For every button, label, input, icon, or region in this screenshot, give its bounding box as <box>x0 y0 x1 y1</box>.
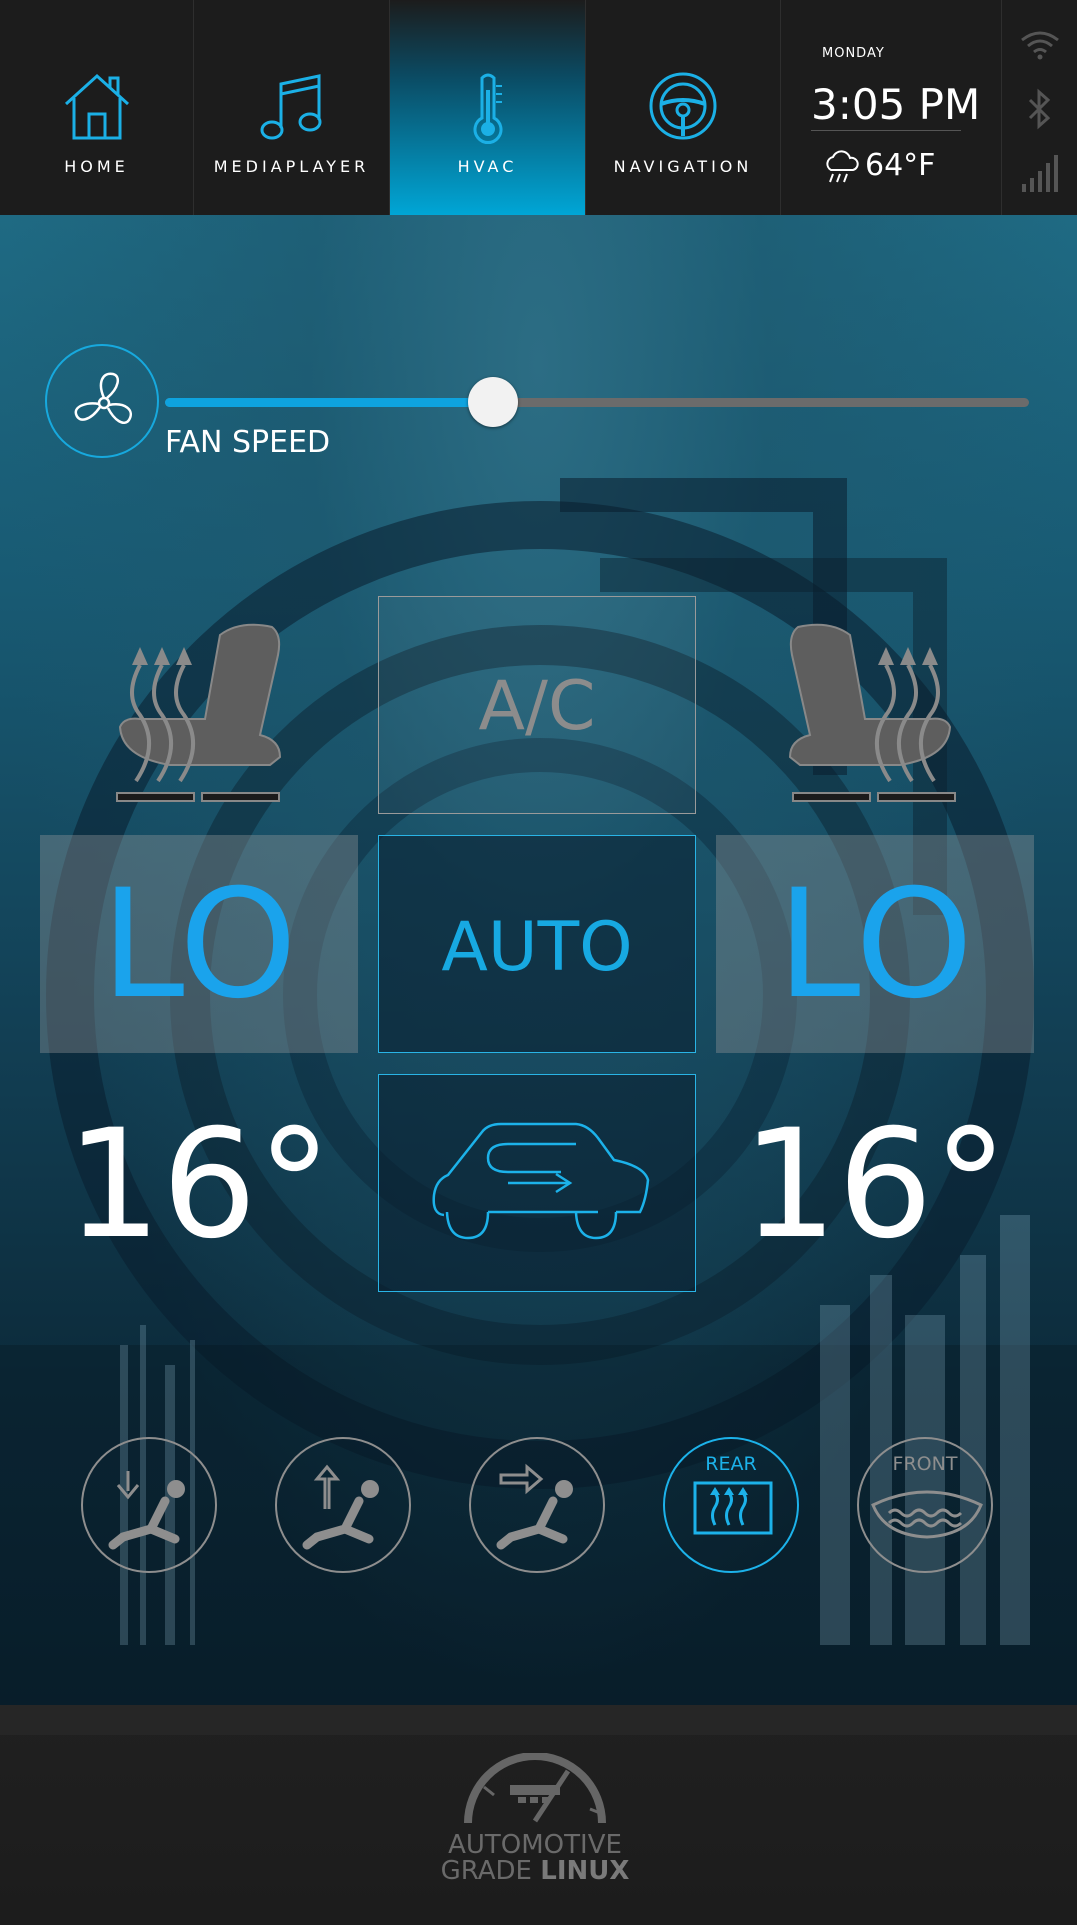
thermometer-icon <box>473 73 502 145</box>
seat-heat-bar <box>116 792 195 802</box>
divider <box>811 130 961 131</box>
fan-speed-slider[interactable] <box>165 398 1029 407</box>
tab-navigation-label: NAVIGATION <box>613 157 753 176</box>
rear-defrost-icon <box>693 1481 773 1535</box>
auto-label: AUTO <box>441 908 633 987</box>
logo-text-line1: AUTOMOTIVE <box>448 1830 622 1860</box>
logo-linux: LINUX <box>540 1856 630 1886</box>
left-seat-heat-icon[interactable] <box>110 615 285 785</box>
left-fan-level: LO <box>100 858 298 1032</box>
logo-grade: GRADE <box>440 1856 541 1886</box>
fan-speed-label: FAN SPEED <box>165 425 331 460</box>
bluetooth-icon <box>1028 88 1051 130</box>
right-temperature[interactable]: 16° <box>716 1110 1034 1260</box>
airflow-feet-button[interactable] <box>81 1437 217 1573</box>
status-icons <box>1002 0 1077 215</box>
tab-navigation[interactable]: NAVIGATION <box>586 0 781 215</box>
airflow-head-button[interactable] <box>275 1437 411 1573</box>
hvac-panel: FAN SPEED A/C AUTO LO LO 16° 16° REAR FR… <box>0 215 1077 1705</box>
fan-icon <box>74 372 132 425</box>
right-seat-heat-level <box>792 787 962 806</box>
ac-label: A/C <box>478 667 596 746</box>
signal-bars-icon <box>1022 155 1058 192</box>
agl-speedometer-logo <box>464 1753 606 1824</box>
fan-icon-button[interactable] <box>45 344 159 458</box>
tab-mediaplayer[interactable]: MEDIAPLAYER <box>194 0 390 215</box>
rain-cloud-icon <box>826 150 859 183</box>
seat-heat-bar <box>877 792 956 802</box>
front-defrost-button[interactable]: FRONT <box>857 1437 993 1573</box>
left-fan-level-button[interactable]: LO <box>40 835 358 1053</box>
left-temperature[interactable]: 16° <box>40 1110 358 1260</box>
ac-button[interactable]: A/C <box>378 596 696 814</box>
top-bar: HOME MEDIAPLAYER HVAC NAVIGATION MONDAY … <box>0 0 1077 215</box>
left-seat-heat-level <box>116 787 286 806</box>
tab-home[interactable]: HOME <box>0 0 194 215</box>
weather-temperature: 64°F <box>865 148 936 183</box>
tab-mediaplayer-label: MEDIAPLAYER <box>213 157 370 176</box>
music-note-icon <box>260 74 321 140</box>
fan-speed-fill <box>165 398 493 407</box>
footer: AUTOMOTIVE GRADE LINUX <box>0 1705 1077 1925</box>
clock-time: 3:05 PM <box>811 80 981 129</box>
recirculation-car-icon <box>432 1122 650 1240</box>
airflow-body-icon <box>496 1463 573 1550</box>
wifi-icon <box>1021 31 1059 60</box>
home-icon <box>64 73 129 140</box>
front-defrost-icon <box>871 1490 983 1539</box>
airflow-head-icon <box>302 1464 379 1550</box>
auto-button[interactable]: AUTO <box>378 835 696 1053</box>
tab-hvac-label: HVAC <box>457 157 518 176</box>
right-fan-level-button[interactable]: LO <box>716 835 1034 1053</box>
airflow-body-button[interactable] <box>469 1437 605 1573</box>
logo-text-line2: GRADE LINUX <box>440 1858 630 1884</box>
seat-heat-bar <box>792 792 871 802</box>
right-fan-level: LO <box>776 858 974 1032</box>
tab-hvac[interactable]: HVAC <box>390 0 586 215</box>
right-seat-heat-icon[interactable] <box>785 615 960 785</box>
rear-defrost-button[interactable]: REAR <box>663 1437 799 1573</box>
seat-heat-bar <box>201 792 280 802</box>
steering-wheel-icon <box>649 72 717 140</box>
airflow-feet-icon <box>108 1471 185 1550</box>
recirculation-button[interactable] <box>378 1074 696 1292</box>
footer-stripe <box>0 1705 1077 1735</box>
clock-weather-panel: MONDAY 3:05 PM 64°F <box>781 0 1002 215</box>
fan-speed-handle[interactable] <box>468 377 518 427</box>
day-label: MONDAY <box>822 46 885 61</box>
tab-home-label: HOME <box>64 157 129 176</box>
